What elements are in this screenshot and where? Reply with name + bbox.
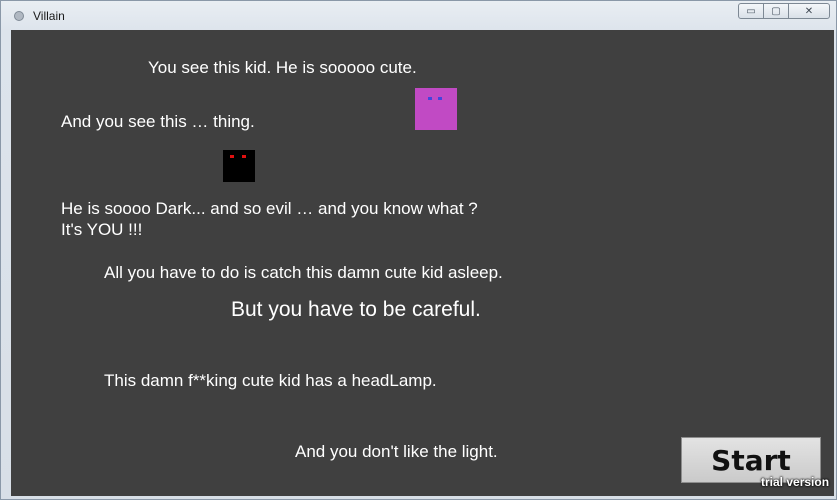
intro-line-dark: He is soooo Dark... and so evil … and yo…	[61, 199, 478, 218]
villain-eye-left	[230, 155, 234, 158]
window-controls: ▭ ▢ ✕	[738, 3, 830, 21]
trial-watermark: trial version	[761, 475, 830, 489]
kid-eye-right	[438, 97, 442, 100]
title-bar[interactable]: Villain ▭ ▢ ✕	[1, 1, 836, 29]
game-canvas: You see this kid. He is sooooo cute. And…	[11, 30, 834, 496]
villain-eye-right	[242, 155, 246, 158]
intro-line-thing: And you see this … thing.	[61, 112, 255, 131]
intro-line-kid: You see this kid. He is sooooo cute.	[148, 58, 417, 77]
maximize-icon: ▢	[771, 5, 781, 17]
intro-line-its-you: It's YOU !!!	[61, 220, 143, 239]
close-button[interactable]: ✕	[788, 3, 830, 19]
intro-line-headlamp: This damn f**king cute kid has a headLam…	[104, 371, 437, 390]
kid-sprite	[415, 88, 457, 130]
intro-line-light: And you don't like the light.	[295, 442, 498, 461]
minimize-icon: ▭	[746, 5, 756, 17]
kid-eye-left	[428, 97, 432, 100]
window-title: Villain	[33, 9, 65, 23]
app-icon	[14, 11, 24, 21]
villain-sprite	[223, 150, 255, 182]
maximize-button[interactable]: ▢	[763, 3, 789, 19]
app-window: Villain ▭ ▢ ✕ You see this kid. He is so…	[0, 0, 837, 500]
minimize-button[interactable]: ▭	[738, 3, 764, 19]
close-icon: ✕	[804, 5, 814, 17]
intro-line-catch: All you have to do is catch this damn cu…	[104, 263, 503, 282]
intro-line-careful: But you have to be careful.	[231, 298, 481, 321]
